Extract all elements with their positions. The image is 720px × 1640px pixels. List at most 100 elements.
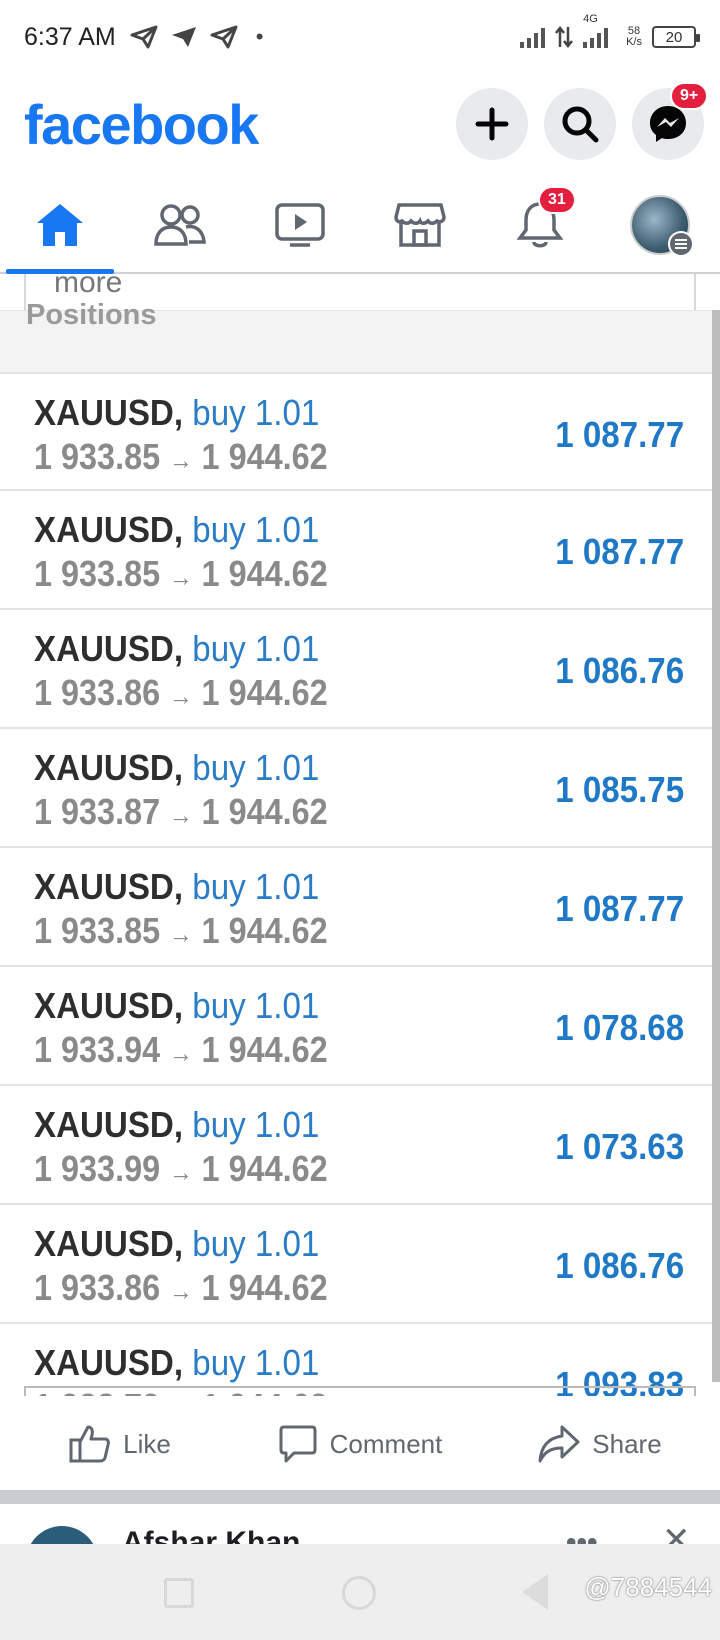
tab-marketplace[interactable] — [360, 178, 480, 272]
tab-friends[interactable] — [120, 178, 240, 272]
messenger-badge: 9+ — [670, 82, 709, 110]
comment-button[interactable]: Comment — [240, 1424, 480, 1464]
position-side: buy 1.01 — [192, 866, 320, 907]
position-row: XAUUSD, buy 1.01 1 933.85 → 1 944.62 1 087… — [0, 372, 712, 491]
share-button[interactable]: Share — [480, 1424, 720, 1464]
positions-label: Positions — [26, 299, 157, 331]
post-image[interactable]: more Positions XAUUSD, buy 1.01 1 933.85 … — [0, 274, 720, 1396]
position-profit: 1 087.77 — [555, 414, 684, 455]
position-prices: 1 933.85 → 1 944.62 — [34, 910, 328, 952]
comment-label: Comment — [329, 1428, 443, 1459]
current-price: 1 944.62 — [201, 672, 328, 713]
position-title: XAUUSD, buy 1.01 — [34, 392, 319, 434]
network-type: 4G — [583, 13, 598, 25]
position-title: XAUUSD, buy 1.01 — [34, 985, 319, 1027]
more-options-button[interactable]: ••• — [566, 1526, 598, 1544]
share-icon — [538, 1425, 580, 1463]
position-row: XAUUSD, buy 1.01 1 933.85 → 1 944.62 1 087… — [0, 848, 712, 967]
position-symbol: XAUUSD, — [34, 628, 184, 669]
open-price: 1 933.86 — [34, 672, 161, 713]
status-right: 4G 58 K/s 20 — [520, 14, 700, 49]
position-symbol: XAUUSD, — [34, 866, 184, 907]
positions-list: XAUUSD, buy 1.01 1 933.85 → 1 944.62 1 087… — [0, 372, 712, 1396]
facebook-logo[interactable]: facebook — [24, 92, 259, 157]
position-side: buy 1.01 — [192, 985, 320, 1026]
arrow-icon: → — [169, 919, 193, 949]
notification-icons: • — [130, 24, 264, 50]
thumbs-up-icon — [69, 1425, 111, 1463]
messenger-button[interactable]: 9+ — [632, 82, 709, 160]
scrollbar — [712, 310, 720, 1382]
home-icon — [37, 204, 83, 246]
position-title: XAUUSD, buy 1.01 — [34, 509, 319, 551]
position-prices: 1 933.94 → 1 944.62 — [34, 1029, 328, 1071]
net-speed: 58 K/s — [626, 26, 642, 48]
position-prices: 1 933.86 → 1 944.62 — [34, 672, 328, 714]
position-prices: 1 933.85 → 1 944.62 — [34, 553, 328, 595]
tab-menu-profile[interactable] — [600, 178, 720, 272]
telegram-icon — [210, 25, 238, 49]
tab-home[interactable] — [0, 178, 120, 274]
recents-button[interactable] — [164, 1578, 194, 1608]
open-price: 1 933.86 — [34, 1267, 161, 1308]
plus-icon — [475, 107, 509, 141]
current-price: 1 944.62 — [201, 1029, 328, 1070]
image-frame-edge — [24, 1386, 696, 1396]
position-side: buy 1.01 — [192, 1342, 320, 1383]
position-prices: 1 933.87 → 1 944.62 — [34, 791, 328, 833]
app-header: facebook 9+ — [0, 74, 720, 178]
arrow-icon: → — [169, 1157, 193, 1187]
tab-notifications[interactable]: 31 — [480, 178, 600, 272]
position-prices: 1 933.99 → 1 944.62 — [34, 1148, 328, 1190]
position-title: XAUUSD, buy 1.01 — [34, 1104, 319, 1146]
search-icon — [562, 106, 599, 143]
open-price: 1 933.85 — [34, 910, 161, 951]
create-button[interactable] — [456, 88, 528, 160]
position-title: XAUUSD, buy 1.01 — [34, 747, 319, 789]
position-side: buy 1.01 — [192, 1104, 320, 1145]
post-actions: Like Comment Share — [0, 1396, 720, 1492]
data-transfer-icon — [555, 25, 574, 49]
position-row: XAUUSD, buy 1.01 1 933.87 → 1 944.62 1 085… — [0, 729, 712, 848]
battery-icon: 20 — [652, 26, 700, 48]
signal-4g: 4G — [583, 14, 609, 48]
notifications-badge: 31 — [538, 186, 576, 214]
like-label: Like — [123, 1428, 171, 1459]
positions-header: Positions — [0, 299, 712, 372]
author-name[interactable]: Afshar Khan — [122, 1526, 300, 1544]
arrow-icon: → — [169, 1276, 193, 1306]
battery-level: 20 — [665, 28, 683, 46]
position-side: buy 1.01 — [192, 392, 320, 433]
notification-dot: • — [255, 24, 264, 49]
position-row: XAUUSD, buy 1.01 1 933.86 → 1 944.62 1 086… — [0, 610, 712, 729]
back-button[interactable] — [522, 1574, 548, 1610]
telegram-icon — [130, 25, 158, 49]
friends-icon — [154, 204, 206, 246]
position-symbol: XAUUSD, — [34, 985, 184, 1026]
signal-icon — [520, 26, 546, 48]
close-button[interactable]: ✕ — [662, 1520, 691, 1544]
menu-icon — [668, 231, 694, 257]
position-symbol: XAUUSD, — [34, 392, 184, 433]
position-title: XAUUSD, buy 1.01 — [34, 1223, 319, 1265]
current-price: 1 944.62 — [201, 1148, 328, 1189]
home-button[interactable] — [342, 1576, 376, 1610]
position-prices: 1 933.86 → 1 944.62 — [34, 1267, 328, 1309]
author-avatar[interactable] — [26, 1526, 98, 1544]
status-bar: 6:37 AM • 4G 58 K/s 20 — [0, 0, 720, 74]
tab-watch[interactable] — [240, 178, 360, 272]
search-button[interactable] — [544, 88, 616, 160]
current-price: 1 944.62 — [201, 910, 328, 951]
arrow-icon: → — [169, 681, 193, 711]
open-price: 1 933.87 — [34, 791, 161, 832]
arrow-icon: → — [169, 445, 193, 475]
position-symbol: XAUUSD, — [34, 1342, 184, 1383]
position-symbol: XAUUSD, — [34, 1223, 184, 1264]
position-side: buy 1.01 — [192, 509, 320, 550]
open-price: 1 933.85 — [34, 553, 161, 594]
profile-avatar — [630, 195, 694, 257]
status-time: 6:37 AM — [24, 22, 116, 51]
position-side: buy 1.01 — [192, 1223, 320, 1264]
like-button[interactable]: Like — [0, 1424, 240, 1464]
current-price: 1 944.62 — [201, 1267, 328, 1308]
